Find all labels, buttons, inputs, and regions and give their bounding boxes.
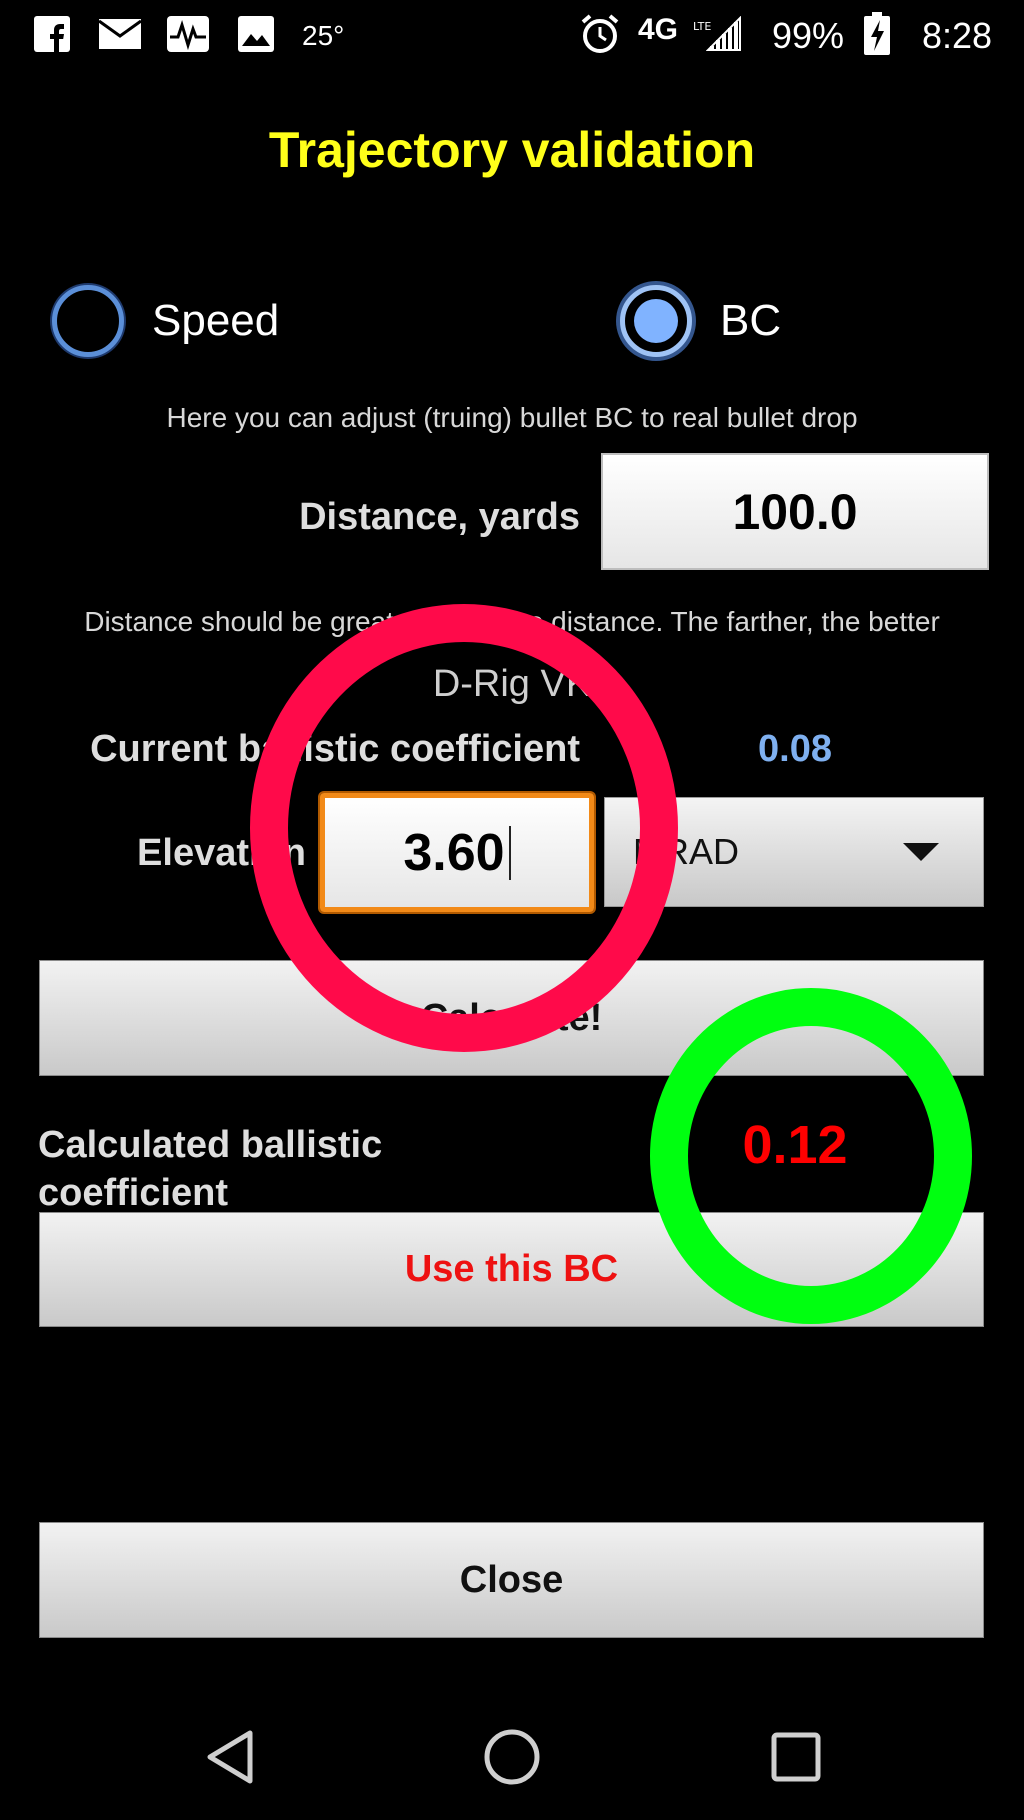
- home-icon[interactable]: [477, 1722, 547, 1792]
- battery-percent: 99%: [772, 15, 845, 56]
- distance-label: Distance, yards: [299, 496, 580, 538]
- back-icon[interactable]: [195, 1722, 265, 1792]
- clock: 8:28: [922, 15, 993, 56]
- elevation-label: Elevation: [137, 832, 306, 874]
- radio-bc-dot: [634, 299, 678, 343]
- close-button[interactable]: Close: [39, 1522, 984, 1638]
- radio-bc[interactable]: BC: [620, 278, 781, 364]
- elevation-value: 3.60: [403, 823, 505, 882]
- profile-name: D-Rig VK: [432, 663, 592, 705]
- use-this-bc-label: Use this BC: [404, 1248, 619, 1290]
- calculate-button-label: Calculate!: [420, 996, 603, 1039]
- recents-icon[interactable]: [761, 1722, 831, 1792]
- distance-value: 100.0: [732, 483, 858, 540]
- calculated-bc-label: Calculated ballistic coefficient: [38, 1124, 383, 1214]
- status-bar: 25° 4G LTE 99% 8:28: [0, 0, 1024, 72]
- image-icon: [236, 14, 276, 54]
- alarm-icon: [578, 14, 622, 54]
- current-bc-value: 0.08: [758, 728, 832, 770]
- radio-speed[interactable]: Speed: [52, 278, 279, 364]
- mode-hint: Here you can adjust (truing) bullet BC t…: [166, 402, 858, 433]
- network-type: 4G: [638, 13, 679, 46]
- radio-bc-indicator[interactable]: [620, 285, 692, 357]
- page-title: Trajectory validation: [268, 122, 756, 178]
- current-bc-label: Current ballistic coefficient: [90, 728, 580, 770]
- elevation-input[interactable]: 3.60: [320, 793, 594, 912]
- signal-icon: [706, 14, 742, 54]
- battery-charging-icon: [862, 12, 892, 55]
- radio-bc-label: BC: [720, 296, 782, 345]
- calculate-button[interactable]: Calculate!: [39, 960, 984, 1076]
- mode-radio-group: Speed BC: [0, 278, 1024, 364]
- radio-speed-indicator[interactable]: [52, 285, 124, 357]
- activity-icon: [166, 14, 210, 54]
- distance-hint: Distance should be greater than zero dis…: [84, 606, 940, 637]
- radio-speed-label: Speed: [152, 296, 280, 345]
- close-button-label: Close: [459, 1558, 564, 1601]
- chevron-down-icon: [903, 843, 939, 861]
- temperature: 25°: [302, 20, 345, 51]
- text-caret: [508, 825, 511, 880]
- use-this-bc-button[interactable]: Use this BC: [39, 1212, 984, 1327]
- calculated-bc-value: 0.12: [742, 1115, 848, 1175]
- navigation-bar: [0, 1700, 1024, 1820]
- elevation-unit-dropdown[interactable]: MRAD: [604, 797, 984, 907]
- mail-icon: [98, 14, 142, 54]
- distance-input[interactable]: 100.0: [601, 453, 989, 570]
- elevation-unit-value: MRAD: [633, 831, 739, 872]
- facebook-icon: [32, 14, 72, 54]
